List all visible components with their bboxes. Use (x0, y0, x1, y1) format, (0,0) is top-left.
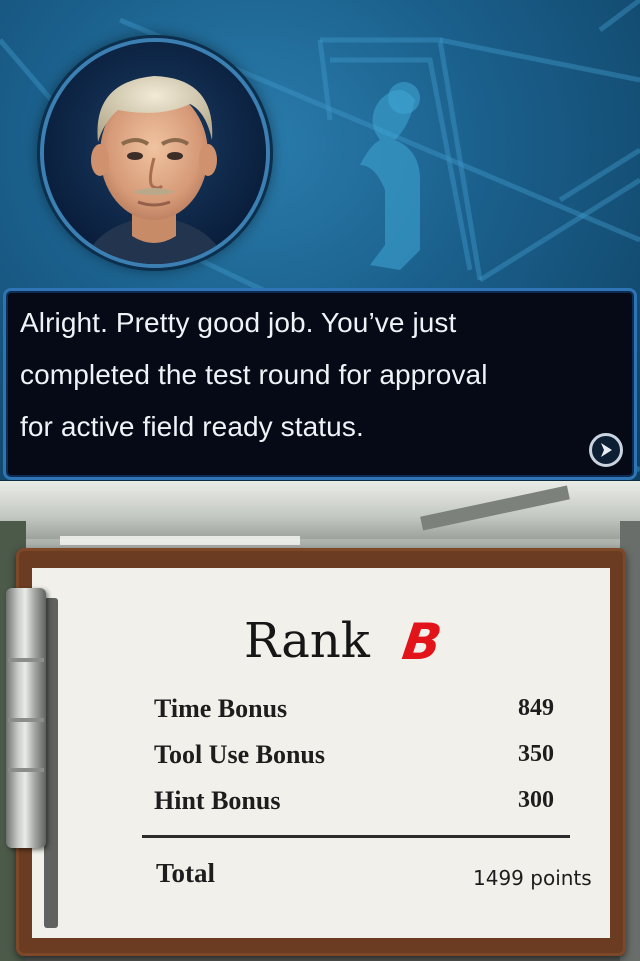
dialog-box: Alright. Pretty good job. You’ve just co… (3, 288, 637, 480)
dialog-line-3: for active field ready status. (20, 411, 364, 442)
score-row-value: 300 (518, 787, 554, 813)
total-label: Total (156, 858, 216, 888)
dialog-text: Alright. Pretty good job. You’ve just co… (20, 297, 626, 453)
clip-bar (44, 598, 58, 928)
dialog-line-2: completed the test round for approval (20, 359, 488, 390)
rank-label: Rank (244, 613, 370, 669)
total-value: 1499 points (473, 866, 592, 890)
character-portrait-icon (84, 76, 226, 264)
score-row-value: 350 (518, 741, 554, 767)
character-portrait (44, 42, 266, 264)
score-row-hint-bonus: Hint Bonus 300 (154, 786, 554, 826)
dialog-line-1: Alright. Pretty good job. You’ve just (20, 307, 457, 338)
clipboard-clip-icon (6, 588, 46, 848)
score-row-label: Time Bonus (154, 694, 288, 723)
results-sheet: Rank B Time Bonus 849 Tool Use Bonus 350… (32, 568, 610, 938)
clip-ridge (8, 768, 44, 772)
score-row-label: Tool Use Bonus (154, 740, 325, 769)
ceiling-light (60, 536, 300, 545)
clip-ridge (8, 658, 44, 662)
rank-grade: B (398, 613, 444, 671)
score-row-time-bonus: Time Bonus 849 (154, 694, 554, 734)
top-screen: Alright. Pretty good job. You’ve just co… (0, 0, 640, 480)
next-button[interactable] (589, 433, 623, 467)
score-row-tool-use-bonus: Tool Use Bonus 350 (154, 740, 554, 780)
total-divider (142, 835, 570, 838)
next-arrow-icon (601, 443, 612, 457)
results-clipboard: Rank B Time Bonus 849 Tool Use Bonus 350… (6, 548, 626, 956)
clip-ridge (8, 718, 44, 722)
bottom-screen: Rank B Time Bonus 849 Tool Use Bonus 350… (0, 481, 640, 961)
score-row-label: Hint Bonus (154, 786, 281, 815)
score-row-value: 849 (518, 695, 554, 721)
